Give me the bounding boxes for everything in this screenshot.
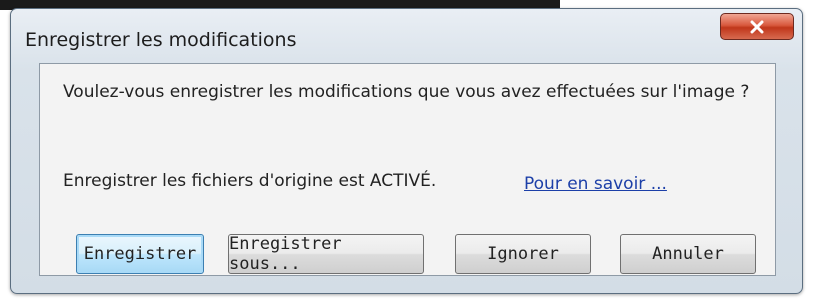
close-icon: [749, 20, 765, 34]
dialog-body: Voulez-vous enregistrer les modification…: [39, 63, 776, 276]
save-button[interactable]: Enregistrer: [76, 234, 204, 274]
save-changes-dialog: Enregistrer les modifications Voulez-vou…: [10, 8, 803, 294]
confirmation-message: Voulez-vous enregistrer les modification…: [63, 82, 750, 102]
title-bar[interactable]: Enregistrer les modifications: [11, 9, 802, 55]
original-files-status: Enregistrer les fichiers d'origine est A…: [63, 171, 437, 191]
dialog-title: Enregistrer les modifications: [25, 29, 297, 51]
learn-more-link[interactable]: Pour en savoir ...: [524, 174, 667, 194]
cancel-button[interactable]: Annuler: [620, 234, 756, 274]
ignore-button[interactable]: Ignorer: [455, 234, 591, 274]
save-as-button[interactable]: Enregistrer sous...: [228, 234, 424, 274]
close-button[interactable]: [720, 13, 794, 40]
